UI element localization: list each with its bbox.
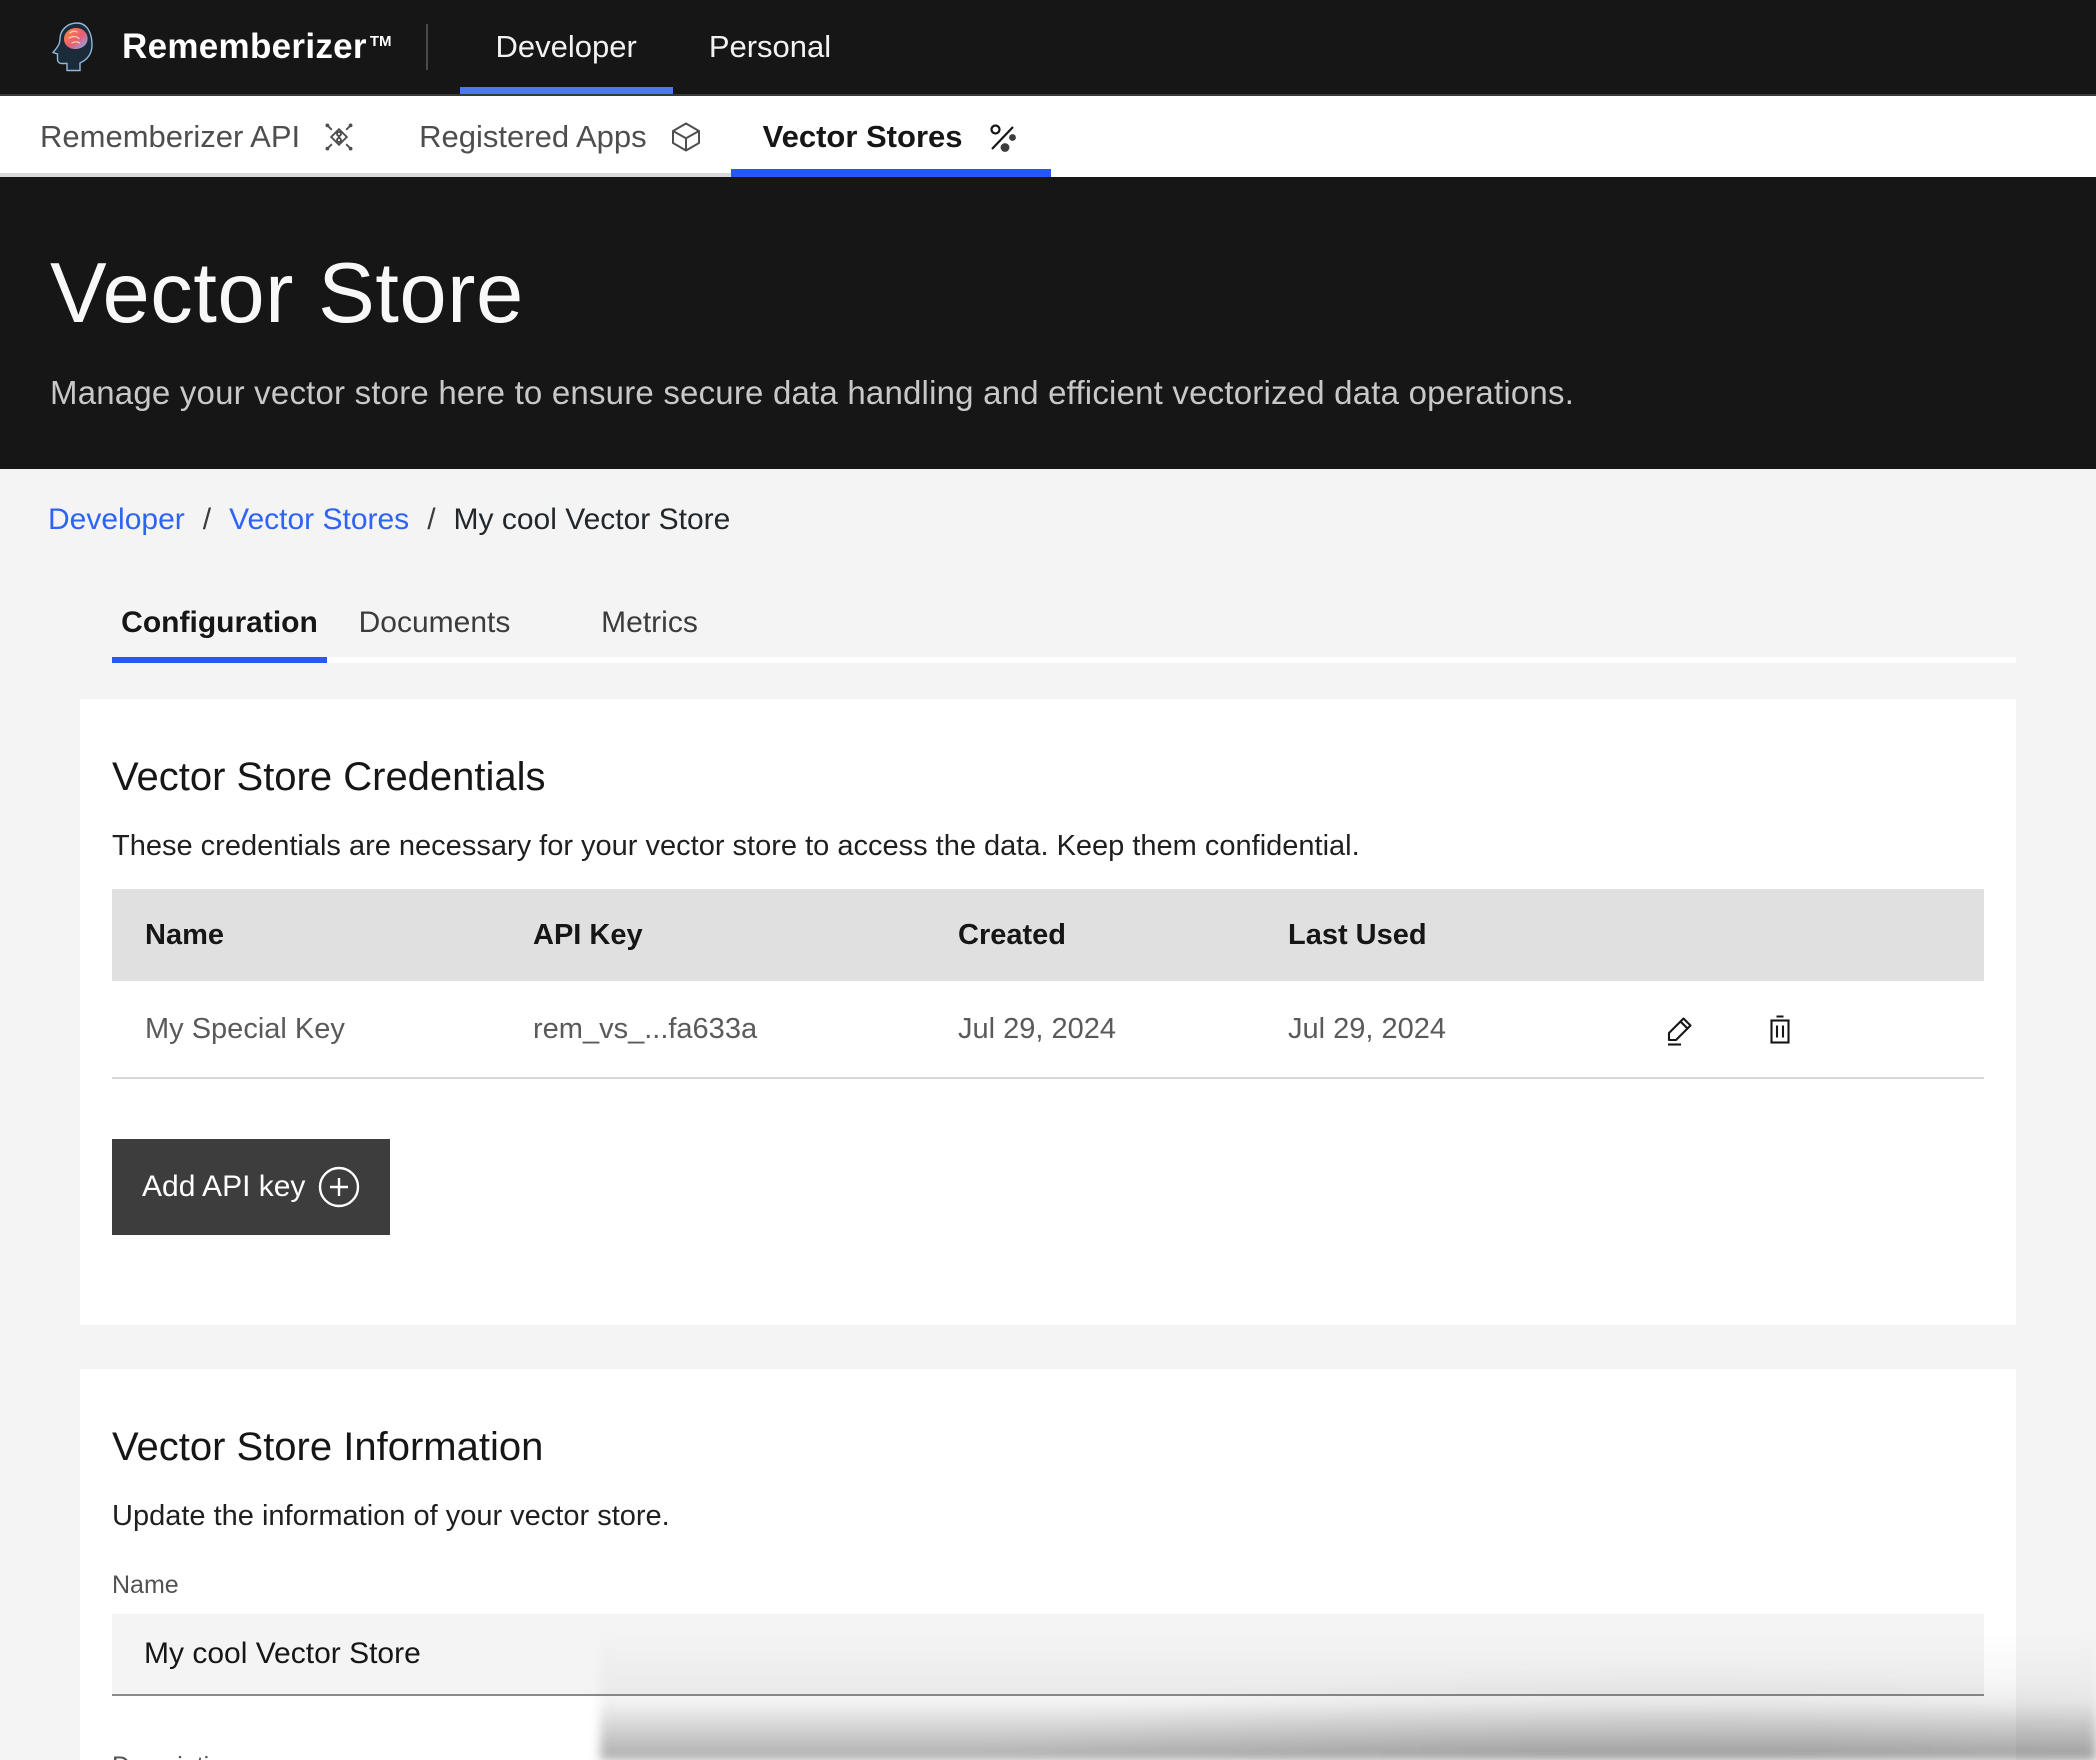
- name-field-label: Name: [112, 1571, 1984, 1600]
- tab-documents[interactable]: Documents: [327, 583, 542, 663]
- breadcrumb-separator: /: [427, 503, 435, 537]
- information-card: Vector Store Information Update the info…: [80, 1369, 2016, 1760]
- information-subtitle: Update the information of your vector st…: [112, 1500, 1984, 1533]
- credentials-card: Vector Store Credentials These credentia…: [80, 699, 2016, 1325]
- header-divider: [426, 24, 428, 70]
- nav-item-registered-apps[interactable]: Registered Apps: [394, 96, 730, 177]
- page-description: Manage your vector store here to ensure …: [50, 374, 2046, 412]
- column-header-name: Name: [112, 889, 500, 981]
- nav-item-label: Rememberizer API: [40, 119, 300, 155]
- breadcrumb: Developer / Vector Stores / My cool Vect…: [0, 469, 2096, 537]
- trash-icon: [1763, 1012, 1797, 1046]
- credentials-subtitle: These credentials are necessary for your…: [112, 830, 1984, 863]
- section-nav: Rememberizer API Registered Apps: [0, 96, 2096, 177]
- api-keys-table: Name API Key Created Last Used My Specia…: [112, 889, 1984, 1079]
- breadcrumb-vector-stores[interactable]: Vector Stores: [229, 503, 409, 537]
- column-header-actions: [1590, 889, 1984, 981]
- brand-trademark: TM: [370, 33, 392, 50]
- credentials-title: Vector Store Credentials: [112, 755, 1984, 800]
- cell-created: Jul 29, 2024: [925, 981, 1255, 1078]
- global-header: RememberizerTM Developer Personal: [0, 0, 2096, 96]
- tab-metrics[interactable]: Metrics: [542, 583, 757, 663]
- header-nav: Developer Personal: [460, 0, 868, 94]
- cell-key-name: My Special Key: [112, 981, 500, 1078]
- description-field-label: Description: [112, 1752, 1984, 1760]
- app-window: RememberizerTM Developer Personal Rememb…: [0, 0, 2096, 1760]
- header-nav-personal[interactable]: Personal: [673, 0, 867, 94]
- delete-key-button[interactable]: [1763, 1012, 1797, 1046]
- brain-head-logo-icon: [44, 19, 100, 75]
- main-content: Developer / Vector Stores / My cool Vect…: [0, 469, 2096, 1760]
- cube-icon: [669, 120, 703, 154]
- brand-name: Rememberizer: [122, 27, 367, 67]
- breadcrumb-separator: /: [203, 503, 211, 537]
- add-api-key-label: Add API key: [142, 1170, 305, 1204]
- nav-item-label: Registered Apps: [419, 119, 646, 155]
- breadcrumb-current-page: My cool Vector Store: [454, 503, 731, 537]
- add-api-key-button[interactable]: Add API key: [112, 1139, 390, 1235]
- table-header-row: Name API Key Created Last Used: [112, 889, 1984, 981]
- nav-item-label: Vector Stores: [763, 119, 963, 155]
- header-nav-developer[interactable]: Developer: [460, 0, 673, 94]
- scatter-icon: [985, 120, 1019, 154]
- breadcrumb-developer[interactable]: Developer: [48, 503, 185, 537]
- brand[interactable]: RememberizerTM: [0, 0, 392, 94]
- edit-pencil-icon: [1663, 1012, 1697, 1046]
- cell-last-used: Jul 29, 2024: [1255, 981, 1590, 1078]
- name-field-group: Name: [112, 1571, 1984, 1696]
- cell-api-key: rem_vs_...fa633a: [500, 981, 925, 1078]
- hero-banner: Vector Store Manage your vector store he…: [0, 177, 2096, 469]
- name-input[interactable]: [112, 1614, 1984, 1696]
- information-title: Vector Store Information: [112, 1425, 1984, 1470]
- column-header-api-key: API Key: [500, 889, 925, 981]
- column-header-created: Created: [925, 889, 1255, 981]
- edit-key-button[interactable]: [1663, 1012, 1697, 1046]
- table-row: My Special Key rem_vs_...fa633a Jul 29, …: [112, 981, 1984, 1078]
- tab-configuration[interactable]: Configuration: [112, 583, 327, 663]
- api-icon: [322, 120, 356, 154]
- column-header-last-used: Last Used: [1255, 889, 1590, 981]
- content-tabs: Configuration Documents Metrics: [112, 583, 2016, 663]
- page-title: Vector Store: [50, 251, 2046, 336]
- description-field-group: Description: [112, 1752, 1984, 1760]
- row-actions: [1623, 1012, 1984, 1046]
- add-circle-icon: [316, 1164, 362, 1210]
- nav-item-rememberizer-api[interactable]: Rememberizer API: [0, 96, 394, 177]
- nav-item-vector-stores[interactable]: Vector Stores: [731, 96, 1051, 177]
